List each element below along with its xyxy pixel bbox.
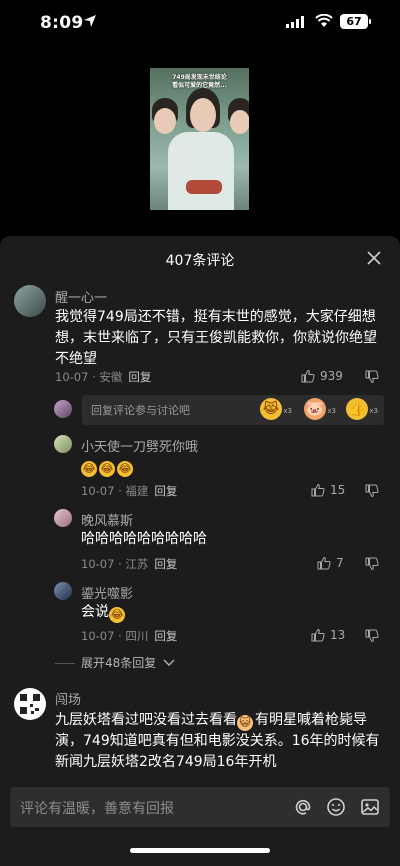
comment-input[interactable]: 评论有温暖，善意有回报 [10, 787, 390, 827]
comment-input-bar: 评论有温暖，善意有回报 [0, 782, 400, 866]
expand-replies-button[interactable]: 展开48条回复 [55, 654, 175, 671]
home-indicator [130, 848, 270, 853]
pig-emoji[interactable]: 🐷 x3 [304, 398, 336, 420]
reply-date-location: 10-07 · 江苏 [81, 557, 149, 571]
chevron-down-icon [163, 659, 175, 666]
like-button[interactable]: 13 [311, 628, 345, 642]
reply-prompt-bar[interactable]: 回复评论参与讨论吧 😹 x3 🐷 x3 👍 x3 [82, 395, 384, 425]
like-button[interactable]: 7 [317, 556, 344, 570]
image-icon[interactable] [360, 797, 380, 817]
like-count: 939 [320, 369, 343, 383]
thumbs-up-icon [301, 369, 315, 383]
thumbs-down-icon[interactable] [365, 370, 379, 384]
battery-indicator: 67 [340, 14, 368, 29]
thumbs-down-icon[interactable] [365, 557, 379, 571]
reply-text: 哈哈哈哈哈哈哈哈哈 [81, 531, 207, 547]
thumbs-down-icon[interactable] [365, 629, 379, 643]
avatar[interactable] [54, 509, 72, 527]
reply-button[interactable]: 回复 [154, 629, 177, 643]
thumbs-down-icon[interactable] [365, 484, 379, 498]
comments-count-title: 407条评论 [165, 253, 235, 269]
reply-button[interactable]: 回复 [154, 557, 177, 571]
emoji-icon[interactable] [326, 797, 346, 817]
status-bar: 8:09 67 [0, 0, 400, 48]
like-count: 13 [330, 628, 346, 642]
thumbs-up-icon [311, 483, 325, 497]
thumbs-up-emoji[interactable]: 👍 x3 [346, 398, 378, 420]
reply-username[interactable]: 鎏光噬影 [81, 583, 133, 602]
expand-replies-label: 展开48条回复 [81, 656, 157, 670]
reply-date-location: 10-07 · 四川 [81, 629, 149, 643]
laugh-cry-emoji: 😂 [99, 461, 115, 477]
comment-date-location: 10-07 · 安徽 [55, 370, 123, 384]
video-thumbnail[interactable]: 749局发现末世结论 看似可爱的它竟然... [150, 68, 249, 210]
reply-text: 会说 😂 [81, 602, 127, 623]
cat-emoji: 😺 [237, 715, 253, 731]
reply-prompt-placeholder: 回复评论参与讨论吧 [91, 404, 190, 417]
person-face [190, 98, 216, 132]
battery-cap [369, 19, 371, 24]
reply-date-location: 10-07 · 福建 [81, 484, 149, 498]
avatar[interactable] [14, 688, 46, 720]
reaction-count: x3 [283, 407, 292, 415]
like-count: 15 [330, 483, 346, 497]
comment-meta: 10-07 · 安徽 回复 [55, 369, 151, 385]
comment-text: 我觉得749局还不错，挺有末世的感觉，大家仔细想想，末世来临了，只有王俊凯能救你… [55, 309, 377, 367]
comments-sheet: 407条评论 醒一心一 我觉得749局还不错，挺有末世的感觉，大家仔细想想，末世… [0, 236, 400, 866]
reply-username[interactable]: 晚风慕斯 [81, 510, 133, 529]
avatar[interactable] [54, 582, 72, 600]
comment-username[interactable]: 醒一心一 [55, 287, 107, 306]
like-button[interactable]: 939 [301, 369, 343, 383]
reply-username[interactable]: 小天使一刀劈死你哦 [81, 436, 198, 455]
like-button[interactable]: 15 [311, 483, 345, 497]
reply-text: 😂😂😂 😂😂😂 [81, 456, 135, 477]
reply-meta: 10-07 · 福建 回复 [81, 483, 177, 499]
laugh-cry-emoji: 😂 [117, 461, 133, 477]
status-time: 8:09 [40, 13, 84, 33]
divider-line [55, 663, 75, 664]
avatar[interactable] [54, 435, 72, 453]
comment-input-placeholder: 评论有温暖，善意有回报 [20, 801, 174, 817]
video-caption-line1: 749局发现末世结论 [172, 74, 227, 81]
my-avatar [54, 400, 72, 418]
reply-meta: 10-07 · 江苏 回复 [81, 556, 177, 572]
location-arrow-icon [84, 15, 96, 27]
cellular-signal-icon [286, 16, 304, 28]
avatar[interactable] [14, 285, 46, 317]
person-left-face [154, 108, 176, 134]
comment-username[interactable]: 闯场 [55, 689, 81, 708]
qr-code-icon [20, 694, 40, 714]
reply-meta: 10-07 · 四川 回复 [81, 628, 177, 644]
reply-button[interactable]: 回复 [128, 370, 151, 384]
wifi-icon [315, 14, 333, 27]
lab-coat [168, 132, 234, 210]
red-prop [186, 180, 222, 194]
close-icon[interactable] [366, 250, 382, 266]
laugh-cry-emoji: 😂 [109, 607, 125, 623]
comment-text-part1: 九层妖塔看过吧没看过去看看 [55, 712, 237, 728]
person-right-face [230, 110, 249, 134]
like-count: 7 [336, 556, 344, 570]
reaction-count: x3 [369, 407, 378, 415]
thumbs-up-icon [317, 556, 331, 570]
reply-button[interactable]: 回复 [154, 484, 177, 498]
reaction-count: x3 [327, 407, 336, 415]
thumbs-up-icon [311, 628, 325, 642]
comment-text: 九层妖塔看过吧没看过去看看 😺 有明星喊着枪毙导演，749知道吧真有但和电影没关系。… [55, 710, 390, 773]
reply-text-content: 会说 [81, 604, 109, 620]
laugh-cry-emoji[interactable]: 😹 x3 [260, 398, 292, 420]
at-mention-icon[interactable] [293, 797, 313, 817]
laugh-cry-emoji: 😂 [81, 461, 97, 477]
